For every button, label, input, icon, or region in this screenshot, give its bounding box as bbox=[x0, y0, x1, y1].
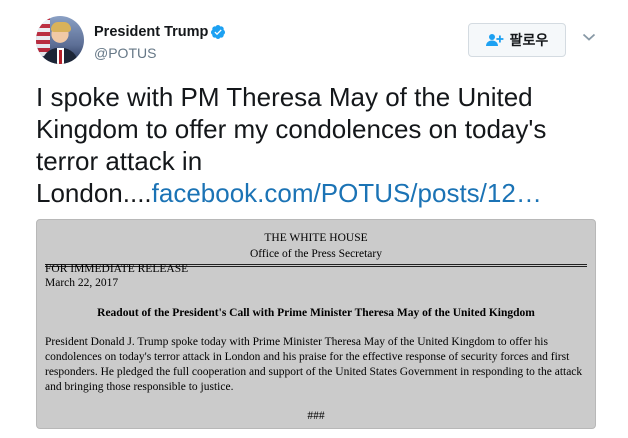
readout-body: President Donald J. Trump spoke today wi… bbox=[45, 336, 583, 393]
avatar-hair bbox=[51, 22, 71, 32]
end-mark: ### bbox=[307, 410, 325, 422]
follow-button[interactable]: 팔로우 bbox=[468, 23, 566, 57]
tweet-text: I spoke with PM Theresa May of the Unite… bbox=[36, 81, 596, 209]
avatar[interactable] bbox=[36, 16, 84, 64]
tweet-link[interactable]: facebook.com/POTUS/posts/12… bbox=[152, 178, 542, 208]
chevron-down-icon[interactable] bbox=[582, 32, 596, 42]
press-header-title: THE WHITE HOUSE bbox=[264, 232, 368, 244]
readout-title: Readout of the President's Call with Pri… bbox=[97, 307, 535, 319]
release-date: March 22, 2017 bbox=[45, 277, 119, 289]
follow-button-label: 팔로우 bbox=[509, 32, 549, 48]
press-header-office: Office of the Press Secretary bbox=[250, 248, 382, 260]
author-handle[interactable]: @POTUS bbox=[94, 45, 156, 61]
release-label: FOR IMMEDIATE RELEASE bbox=[45, 263, 189, 275]
avatar-tie bbox=[59, 50, 62, 64]
press-release-image[interactable]: THE WHITE HOUSE Office of the Press Secr… bbox=[36, 219, 596, 429]
author-name[interactable]: President Trump bbox=[94, 24, 208, 40]
add-user-icon bbox=[485, 34, 504, 46]
verified-badge-icon bbox=[210, 25, 225, 39]
